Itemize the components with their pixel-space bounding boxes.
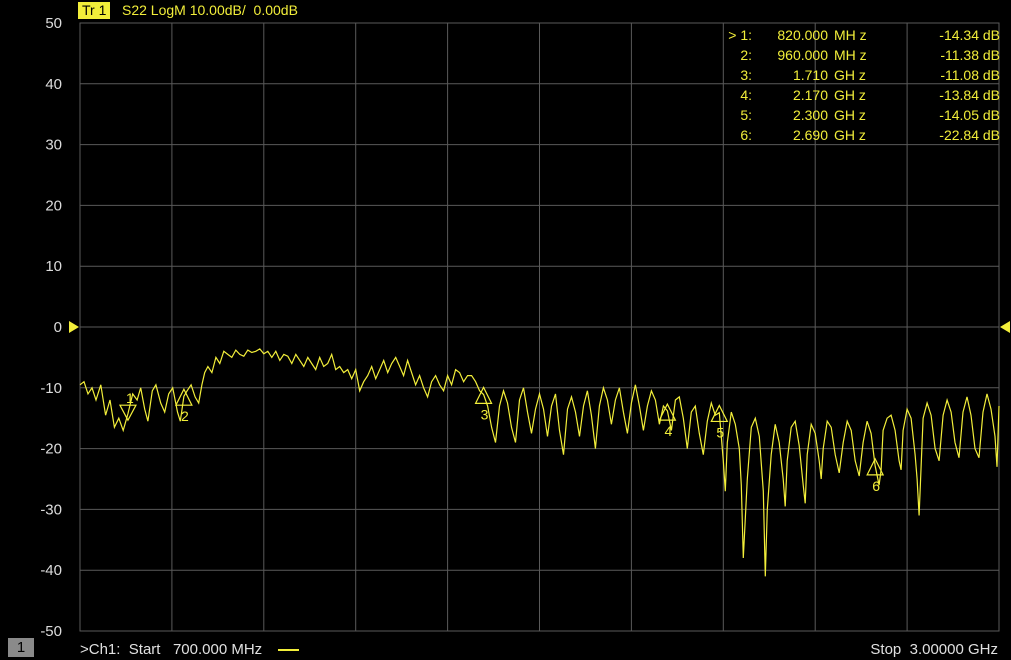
marker-frequency: 2.690 (792, 127, 828, 143)
marker-number: 2 (181, 408, 189, 424)
y-axis-ticks: 50 40 30 20 10 0 -10 -20 -30 -40 -50 (40, 15, 62, 636)
start-frequency-label[interactable]: >Ch1: Start 700.000 MHz (80, 641, 262, 658)
marker-unit: GH z (834, 67, 866, 83)
marker-table: > 1: 820.000 MH z -14.34 dB 2: 960.000 MH z -11… (720, 25, 1000, 145)
reference-level-left-arrow[interactable] (69, 321, 79, 333)
marker-table-row[interactable]: 2: 960.000 MH z -11.38 dB (720, 45, 1000, 65)
y-tick-label: -10 (40, 380, 62, 397)
y-tick-label: -20 (40, 441, 62, 458)
marker-number: 3 (481, 406, 489, 422)
marker-number: 6 (872, 478, 880, 494)
marker-unit: GH z (834, 127, 866, 143)
marker-layer: 1 2 3 4 5 6 (118, 386, 885, 494)
y-tick-label: -50 (40, 623, 62, 636)
marker-unit: GH z (834, 107, 866, 123)
marker-value: -14.34 dB (939, 27, 1000, 43)
marker-frequency: 820.000 (777, 27, 828, 43)
marker-table-row[interactable]: 3: 1.710 GH z -11.08 dB (720, 65, 1000, 85)
marker-id: 6: (740, 127, 752, 143)
marker-value: -14.05 dB (939, 107, 1000, 123)
marker-frequency: 1.710 (792, 67, 828, 83)
marker-table-row[interactable]: 6: 2.690 GH z -22.84 dB (720, 125, 1000, 145)
marker-number: 4 (664, 423, 672, 439)
reference-level-right-arrow[interactable] (1000, 321, 1010, 333)
y-tick-label: -30 (40, 501, 62, 518)
marker-table-row[interactable]: > 1: 820.000 MH z -14.34 dB (720, 25, 1000, 45)
y-tick-label: 50 (45, 15, 62, 32)
y-tick-label: 20 (45, 197, 62, 214)
y-tick-label: 40 (45, 76, 62, 93)
marker-table-row[interactable]: 5: 2.300 GH z -14.05 dB (720, 105, 1000, 125)
marker-value: -22.84 dB (939, 127, 1000, 143)
marker-id: > 1: (728, 27, 752, 43)
marker-2[interactable]: 2 (174, 387, 193, 424)
marker-id: 5: (740, 107, 752, 123)
y-tick-label: 30 (45, 137, 62, 154)
marker-frequency: 2.170 (792, 87, 828, 103)
y-tick-label: 10 (45, 258, 62, 275)
marker-id: 3: (740, 67, 752, 83)
marker-frequency: 960.000 (777, 47, 828, 63)
marker-value: -11.38 dB (940, 47, 1000, 63)
marker-id: 4: (740, 87, 752, 103)
y-tick-label: -40 (40, 562, 62, 579)
marker-number: 5 (716, 424, 724, 440)
marker-id: 2: (740, 47, 752, 63)
trace-color-swatch (278, 649, 299, 651)
marker-number: 1 (126, 390, 134, 406)
marker-table-row[interactable]: 4: 2.170 GH z -13.84 dB (720, 85, 1000, 105)
marker-value: -11.08 dB (940, 67, 1000, 83)
channel-number-badge[interactable]: 1 (8, 638, 34, 657)
marker-unit: MH z (834, 27, 867, 43)
y-tick-label: 0 (54, 319, 62, 336)
marker-unit: MH z (834, 47, 867, 63)
marker-value: -13.84 dB (939, 87, 1000, 103)
marker-unit: GH z (834, 87, 866, 103)
stop-frequency-label[interactable]: Stop 3.00000 GHz (870, 641, 998, 658)
marker-frequency: 2.300 (792, 107, 828, 123)
channel-footer: 1 >Ch1: Start 700.000 MHz Stop 3.00000 G… (0, 636, 1011, 660)
